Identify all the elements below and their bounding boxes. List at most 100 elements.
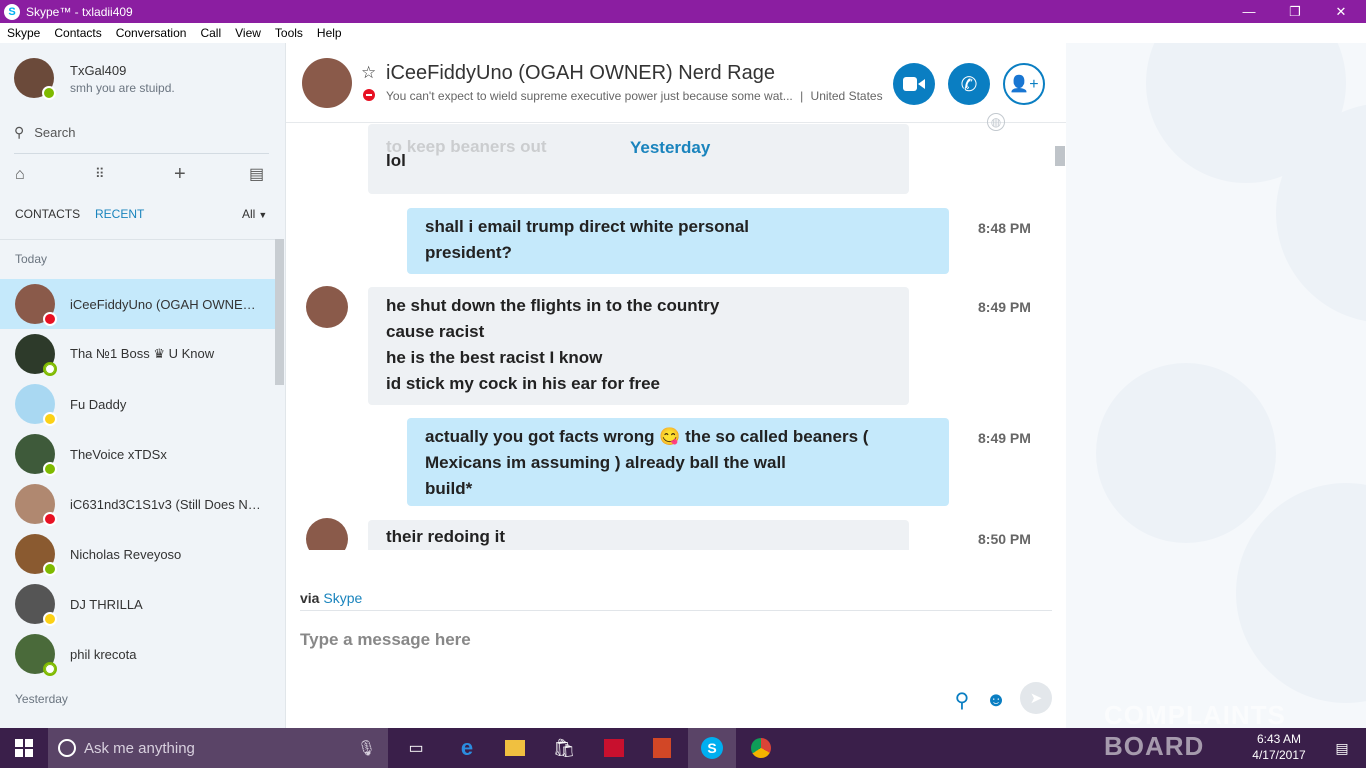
decor-circle [1236, 483, 1366, 703]
contact-item[interactable]: TheVoice xTDSx [0, 429, 275, 479]
menu-view[interactable]: View [228, 26, 268, 40]
message-bubble[interactable]: to keep beaners out lol [368, 124, 909, 194]
message-line: Mexicans im assuming ) already ball the … [425, 453, 786, 472]
star-icon[interactable]: ☆ [361, 63, 376, 83]
online-status-icon [43, 462, 57, 476]
tabs-divider [0, 239, 275, 240]
contact-item[interactable]: Fu Daddy [0, 379, 275, 429]
skype-logo-icon: S [4, 3, 20, 20]
menu-skype[interactable]: Skype [0, 26, 47, 40]
home-icon[interactable]: ⌂ [15, 166, 25, 184]
conversation-title: iCeeFiddyUno (OGAH OWNER) Nerd Rage [386, 62, 775, 84]
message-input[interactable]: Type a message here [300, 630, 471, 650]
message-time: 8:48 PM [978, 220, 1031, 236]
dialpad-icon[interactable]: ⠿ [95, 166, 105, 182]
restore-button[interactable]: ❐ [1272, 0, 1318, 23]
busy-status-icon [43, 512, 57, 526]
search-box[interactable]: ⚲ Search [14, 124, 75, 141]
message-time: 8:50 PM [978, 531, 1031, 547]
contact-avatar [15, 434, 57, 476]
my-avatar[interactable] [14, 58, 56, 100]
task-view-icon[interactable]: ▭ [392, 728, 440, 768]
windows-start-icon[interactable] [0, 728, 48, 768]
contact-item[interactable]: iC631nd3C1S1v3 (Still Does No... [0, 479, 275, 529]
audio-call-button[interactable]: ✆ [948, 63, 990, 105]
sender-avatar[interactable] [306, 518, 348, 550]
menu-help[interactable]: Help [310, 26, 349, 40]
contact-name: iCeeFiddyUno (OGAH OWNER)... [70, 296, 265, 312]
away-status-icon [43, 412, 57, 426]
search-divider [14, 153, 269, 154]
my-name: TxGal409 [70, 63, 127, 78]
filter-label: All [242, 207, 256, 221]
cortana-search-box[interactable]: Ask me anything 🎙 [48, 728, 388, 768]
right-panel [1066, 43, 1366, 728]
via-text: via [300, 590, 320, 606]
send-button[interactable]: ➤ [1020, 682, 1052, 714]
menu-conversation[interactable]: Conversation [109, 26, 194, 40]
via-label: via Skype [300, 590, 362, 606]
search-icon: ⚲ [14, 124, 25, 140]
chevron-down-icon: ▼ [258, 210, 268, 220]
windows-logo-icon [15, 739, 33, 757]
online-status-icon [43, 562, 57, 576]
decor-circle [1096, 363, 1276, 543]
message-bubble[interactable]: shall i email trump direct white persona… [407, 208, 949, 274]
offline-status-icon [43, 662, 57, 676]
online-status-icon [42, 86, 56, 100]
contact-name: Nicholas Reveyoso [70, 546, 182, 562]
emoticon-icon[interactable]: ☻ [982, 686, 1010, 714]
skype-taskbar-icon[interactable]: S [688, 728, 736, 768]
edge-icon[interactable]: e [443, 728, 491, 768]
add-icon[interactable]: + [174, 163, 186, 186]
section-yesterday: Yesterday [15, 692, 68, 706]
new-chat-icon[interactable]: ▤ [249, 164, 264, 184]
filter-dropdown[interactable]: All ▼ [242, 207, 267, 221]
contact-item[interactable]: phil krecota [0, 629, 275, 679]
menu-contacts[interactable]: Contacts [47, 26, 108, 40]
contact-item[interactable]: Tha №1 Boss ♛ U Know [0, 329, 275, 379]
contact-avatar [15, 384, 57, 426]
contact-item[interactable]: iCeeFiddyUno (OGAH OWNER)... [0, 279, 275, 329]
sidebar-scrollbar[interactable] [275, 239, 284, 385]
add-people-button[interactable]: 👤+ [1003, 63, 1045, 105]
contact-item[interactable]: DJ THRILLA [0, 579, 275, 629]
chat-scrollbar[interactable] [1055, 146, 1065, 166]
contact-name: TheVoice xTDSx [70, 446, 167, 462]
contact-avatar[interactable] [302, 58, 352, 108]
close-button[interactable]: ✕ [1318, 0, 1364, 23]
tab-recent[interactable]: RECENT [95, 207, 144, 221]
chrome-icon[interactable] [737, 728, 785, 768]
my-profile[interactable] [14, 58, 56, 100]
contact-name: iC631nd3C1S1v3 (Still Does No... [70, 496, 265, 512]
message-bubble[interactable]: their redoing it [368, 520, 909, 550]
minimize-button[interactable]: — [1226, 0, 1272, 23]
office-app-icon[interactable] [638, 728, 686, 768]
tab-contacts[interactable]: CONTACTS [15, 207, 80, 221]
paperclip-icon[interactable]: ⚲ [948, 686, 976, 714]
contact-mood: You can't expect to wield supreme execut… [386, 89, 883, 103]
video-call-button[interactable] [893, 63, 935, 105]
microphone-icon[interactable]: 🎙 [357, 739, 376, 757]
message-bubble[interactable]: actually you got facts wrong 😋 the so ca… [407, 418, 949, 506]
via-skype-link[interactable]: Skype [323, 590, 362, 606]
watermark-logo: COMPLAINTS BOARD [1104, 700, 1286, 761]
composer-divider [300, 610, 1052, 611]
menu-tools[interactable]: Tools [268, 26, 310, 40]
busy-status-icon [363, 89, 375, 101]
contact-avatar [15, 284, 57, 326]
file-explorer-icon[interactable] [491, 728, 539, 768]
message-bubble[interactable]: he shut down the flights in to the count… [368, 287, 909, 405]
reader-app-icon[interactable] [590, 728, 638, 768]
contact-avatar [15, 634, 57, 676]
sender-avatar[interactable] [306, 286, 348, 328]
message-list[interactable]: to keep beaners out lol Yesterday shall … [286, 124, 1066, 550]
busy-status-icon [43, 312, 57, 326]
message-line: he shut down the flights in to the count… [386, 296, 720, 315]
message-line: build* [425, 479, 473, 498]
menu-call[interactable]: Call [193, 26, 228, 40]
message-line: president? [425, 243, 512, 262]
contact-item[interactable]: Nicholas Reveyoso [0, 529, 275, 579]
phone-icon: ✆ [960, 73, 978, 96]
store-icon[interactable]: 🛍 [540, 728, 588, 768]
